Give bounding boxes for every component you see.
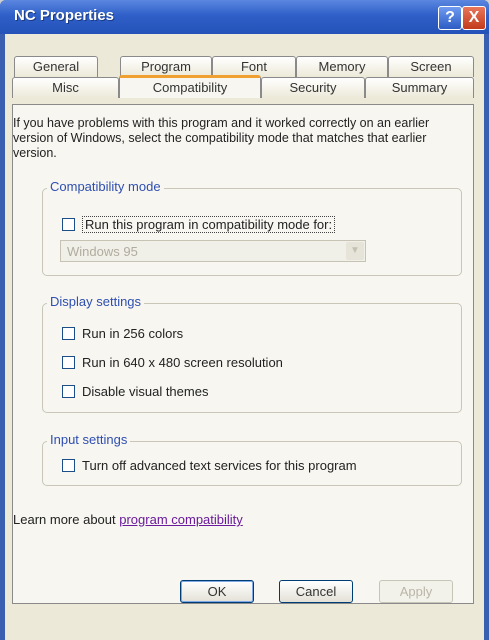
label-256-colors: Run in 256 colors (82, 326, 184, 341)
checkbox-256-colors[interactable] (62, 327, 75, 340)
tab-misc[interactable]: Misc (12, 77, 119, 98)
os-version-value: Windows 95 (67, 244, 138, 259)
apply-button[interactable]: Apply (379, 580, 453, 603)
display-settings-label: Display settings (47, 294, 145, 309)
checkbox-disable-visual-themes[interactable] (62, 385, 75, 398)
label-advanced-text-services: Turn off advanced text services for this… (82, 458, 357, 473)
tab-general[interactable]: General (14, 56, 98, 77)
cancel-button[interactable]: Cancel (279, 580, 353, 603)
checkbox-advanced-text-services[interactable] (62, 459, 75, 472)
intro-text: If you have problems with this program a… (13, 116, 430, 160)
input-settings-label: Input settings (47, 432, 131, 447)
learn-more-text: Learn more about program compatibility (13, 512, 243, 527)
compatibility-mode-label: Compatibility mode (47, 179, 164, 194)
checkbox-640x480-resolution[interactable] (62, 356, 75, 369)
close-button[interactable]: X (462, 6, 486, 30)
tab-security[interactable]: Security (261, 77, 365, 98)
compatibility-mode-checkbox-label: Run this program in compatibility mode f… (82, 216, 336, 233)
tab-memory[interactable]: Memory (296, 56, 388, 77)
window-title: NC Properties (14, 7, 115, 24)
help-button[interactable]: ? (438, 6, 462, 30)
title-bar[interactable]: NC Properties ? X (0, 0, 489, 34)
tab-compatibility[interactable]: Compatibility (119, 75, 261, 98)
learn-more-prefix: Learn more about (13, 512, 116, 527)
program-compatibility-link[interactable]: program compatibility (119, 512, 243, 527)
chevron-down-icon[interactable]: ▼ (346, 242, 364, 260)
os-version-dropdown[interactable]: Windows 95 ▼ (60, 240, 366, 262)
label-disable-visual-themes: Disable visual themes (82, 384, 209, 399)
properties-window: NC Properties ? X General Program Font M… (0, 0, 489, 640)
label-640x480-resolution: Run in 640 x 480 screen resolution (82, 355, 283, 370)
tab-program[interactable]: Program (120, 56, 212, 77)
tab-screen[interactable]: Screen (388, 56, 474, 77)
tab-font[interactable]: Font (212, 56, 296, 77)
tab-summary[interactable]: Summary (365, 77, 474, 98)
ok-button[interactable]: OK (180, 580, 254, 603)
compatibility-mode-checkbox[interactable] (62, 218, 75, 231)
